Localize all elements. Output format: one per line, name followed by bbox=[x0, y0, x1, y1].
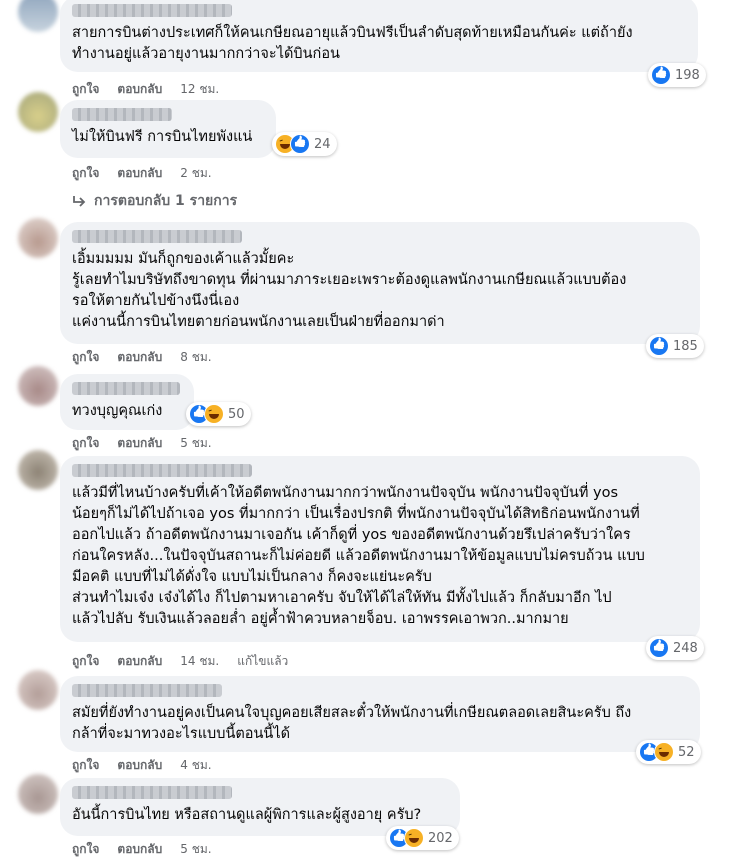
comment-text: แล้วมีที่ไหนบ้างครับที่เค้าให้อดีตพนักงา… bbox=[72, 485, 645, 627]
like-button[interactable]: ถูกใจ bbox=[72, 434, 99, 453]
reply-button[interactable]: ตอบกลับ bbox=[117, 434, 162, 453]
reply-button[interactable]: ตอบกลับ bbox=[117, 840, 162, 859]
haha-reaction-icon bbox=[204, 404, 224, 424]
comment-actions: ถูกใจ ตอบกลับ 5 ชม. bbox=[72, 434, 212, 453]
commenter-name[interactable] bbox=[72, 230, 242, 243]
avatar[interactable] bbox=[18, 0, 58, 32]
haha-reaction-icon bbox=[654, 742, 674, 762]
avatar[interactable] bbox=[18, 366, 58, 406]
timestamp[interactable]: 14 ชม. bbox=[180, 652, 219, 671]
timestamp[interactable]: 2 ชม. bbox=[180, 164, 211, 183]
comment-bubble: สมัยที่ยังทำงานอยู่คงเป็นคนใจบุญคอยเสียส… bbox=[60, 676, 700, 752]
comment-text: ทวงบุญคุณเก่ง bbox=[72, 403, 163, 419]
comment-actions: ถูกใจ ตอบกลับ 12 ชม. bbox=[72, 80, 219, 99]
timestamp[interactable]: 8 ชม. bbox=[180, 348, 211, 367]
like-button[interactable]: ถูกใจ bbox=[72, 840, 99, 859]
edited-label[interactable]: แก้ไขแล้ว bbox=[237, 652, 288, 671]
comment-actions: ถูกใจ ตอบกลับ 2 ชม. bbox=[72, 164, 212, 183]
like-button[interactable]: ถูกใจ bbox=[72, 652, 99, 671]
comment-text: สมัยที่ยังทำงานอยู่คงเป็นคนใจบุญคอยเสียส… bbox=[72, 705, 632, 742]
like-reaction-icon bbox=[649, 638, 669, 658]
commenter-name[interactable] bbox=[72, 684, 222, 697]
commenter-name[interactable] bbox=[72, 4, 232, 17]
like-reaction-icon bbox=[651, 65, 671, 85]
timestamp[interactable]: 5 ชม. bbox=[180, 434, 211, 453]
comment-text: เอิ้มมมมม มันก็ถูกของเค้าแล้วมั้ยคะ รู้เ… bbox=[72, 251, 627, 330]
reaction-count[interactable]: 198 bbox=[648, 63, 706, 87]
avatar[interactable] bbox=[18, 774, 58, 814]
comment-bubble: เอิ้มมมมม มันก็ถูกของเค้าแล้วมั้ยคะ รู้เ… bbox=[60, 222, 700, 344]
comment-actions: ถูกใจ ตอบกลับ 14 ชม. แก้ไขแล้ว bbox=[72, 652, 288, 671]
like-button[interactable]: ถูกใจ bbox=[72, 756, 99, 775]
timestamp[interactable]: 4 ชม. bbox=[180, 756, 211, 775]
reply-button[interactable]: ตอบกลับ bbox=[117, 348, 162, 367]
like-button[interactable]: ถูกใจ bbox=[72, 164, 99, 183]
comment-text: สายการบินต่างประเทศก็ให้คนเกษียณอายุแล้ว… bbox=[72, 25, 633, 62]
reaction-count[interactable]: 202 bbox=[386, 826, 459, 850]
view-replies-link[interactable]: การตอบกลับ 1 รายการ bbox=[72, 190, 237, 212]
like-button[interactable]: ถูกใจ bbox=[72, 348, 99, 367]
like-reaction-icon bbox=[290, 134, 310, 154]
reaction-count[interactable]: 50 bbox=[186, 402, 251, 426]
timestamp[interactable]: 5 ชม. bbox=[180, 840, 211, 859]
avatar[interactable] bbox=[18, 450, 58, 490]
reply-arrow-icon bbox=[73, 196, 86, 207]
avatar[interactable] bbox=[18, 670, 58, 710]
comment-actions: ถูกใจ ตอบกลับ 4 ชม. bbox=[72, 756, 212, 775]
reply-button[interactable]: ตอบกลับ bbox=[117, 652, 162, 671]
comment-text: อันนี้การบินไทย หรือสถานดูแลผู้พิการและผ… bbox=[72, 807, 422, 823]
like-reaction-icon bbox=[649, 336, 669, 356]
comment-text: ไม่ให้บินฟรี การบินไทยพังแน่ bbox=[72, 129, 253, 145]
timestamp[interactable]: 12 ชม. bbox=[180, 80, 219, 99]
reply-button[interactable]: ตอบกลับ bbox=[117, 756, 162, 775]
comment-actions: ถูกใจ ตอบกลับ 5 ชม. bbox=[72, 840, 212, 859]
commenter-name[interactable] bbox=[72, 786, 232, 799]
reply-button[interactable]: ตอบกลับ bbox=[117, 80, 162, 99]
avatar[interactable] bbox=[18, 218, 58, 258]
reaction-count[interactable]: 52 bbox=[636, 740, 701, 764]
commenter-name[interactable] bbox=[72, 464, 252, 477]
reaction-count[interactable]: 185 bbox=[646, 334, 704, 358]
comment-bubble: ทวงบุญคุณเก่ง bbox=[60, 374, 194, 430]
commenter-name[interactable] bbox=[72, 382, 180, 395]
reaction-count[interactable]: 24 bbox=[272, 132, 337, 156]
like-button[interactable]: ถูกใจ bbox=[72, 80, 99, 99]
comment-actions: ถูกใจ ตอบกลับ 8 ชม. bbox=[72, 348, 212, 367]
haha-reaction-icon bbox=[404, 828, 424, 848]
avatar[interactable] bbox=[18, 92, 58, 132]
comment-bubble: ไม่ให้บินฟรี การบินไทยพังแน่ bbox=[60, 100, 276, 158]
reply-button[interactable]: ตอบกลับ bbox=[117, 164, 162, 183]
reaction-count[interactable]: 248 bbox=[646, 636, 704, 660]
commenter-name[interactable] bbox=[72, 108, 172, 121]
comment-bubble: แล้วมีที่ไหนบ้างครับที่เค้าให้อดีตพนักงา… bbox=[60, 456, 700, 642]
comment-bubble: สายการบินต่างประเทศก็ให้คนเกษียณอายุแล้ว… bbox=[60, 0, 698, 72]
